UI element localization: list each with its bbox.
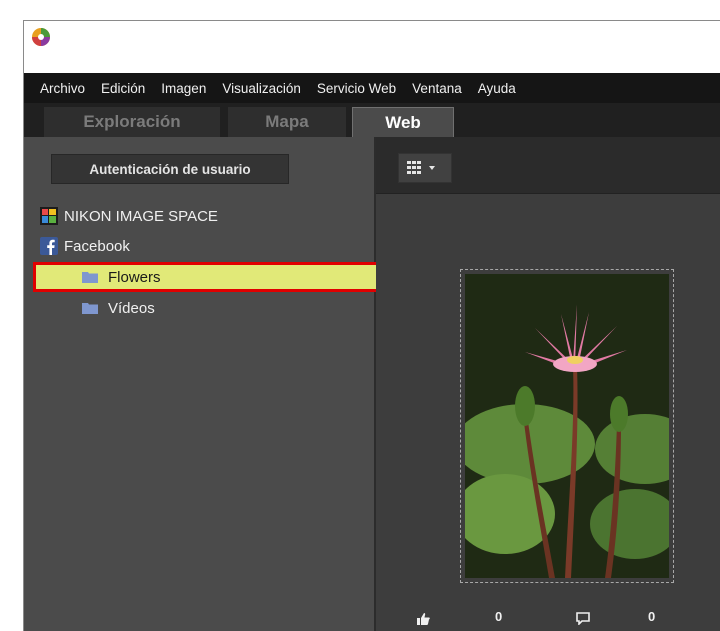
folder-icon xyxy=(82,272,98,283)
user-authentication-button[interactable]: Autenticación de usuario xyxy=(51,154,289,184)
menu-visualizacion[interactable]: Visualización xyxy=(216,81,307,96)
app-logo-icon xyxy=(32,28,50,46)
content-toolbar xyxy=(376,137,720,194)
menu-ayuda[interactable]: Ayuda xyxy=(472,81,522,96)
tab-exploracion[interactable]: Exploración xyxy=(44,107,220,137)
application-window: Archivo Edición Imagen Visualización Ser… xyxy=(23,20,720,631)
tree-item-label: Facebook xyxy=(64,237,130,255)
tree-item-album-videos[interactable]: Vídeos xyxy=(82,296,155,320)
tree-item-nikon-image-space[interactable]: NIKON IMAGE SPACE xyxy=(40,204,218,228)
comment-icon[interactable] xyxy=(576,612,590,625)
tree-item-facebook[interactable]: Facebook xyxy=(40,234,130,258)
tree-item-label: Flowers xyxy=(108,268,161,286)
tree-item-label: NIKON IMAGE SPACE xyxy=(64,207,218,225)
comment-count: 0 xyxy=(648,609,656,624)
sidebar: Autenticación de usuario NIKON IMAGE SPA… xyxy=(24,137,385,631)
facebook-icon xyxy=(40,237,58,255)
menu-imagen[interactable]: Imagen xyxy=(155,81,212,96)
view-mode-button[interactable] xyxy=(398,153,452,183)
menu-servicio-web[interactable]: Servicio Web xyxy=(311,81,402,96)
tree-item-album-flowers[interactable]: Flowers xyxy=(33,262,385,292)
photo-thumbnail[interactable] xyxy=(460,269,674,583)
tab-bar: Exploración Mapa Web xyxy=(24,103,720,138)
like-count: 0 xyxy=(495,609,503,624)
tab-web[interactable]: Web xyxy=(352,107,454,138)
grid-view-icon xyxy=(407,161,435,174)
tab-mapa[interactable]: Mapa xyxy=(228,107,346,137)
tree-item-label: Vídeos xyxy=(108,299,155,317)
folder-icon xyxy=(82,303,98,314)
menu-ventana[interactable]: Ventana xyxy=(406,81,468,96)
like-icon[interactable] xyxy=(416,613,430,625)
content-pane: 0 0 xyxy=(376,137,720,631)
water-lily-photo xyxy=(465,274,669,578)
photo-stats: 0 0 xyxy=(376,607,720,631)
menu-edicion[interactable]: Edición xyxy=(95,81,151,96)
nikon-image-space-icon xyxy=(40,207,58,225)
menu-bar: Archivo Edición Imagen Visualización Ser… xyxy=(24,73,720,103)
title-bar xyxy=(24,21,720,73)
menu-archivo[interactable]: Archivo xyxy=(34,81,91,96)
